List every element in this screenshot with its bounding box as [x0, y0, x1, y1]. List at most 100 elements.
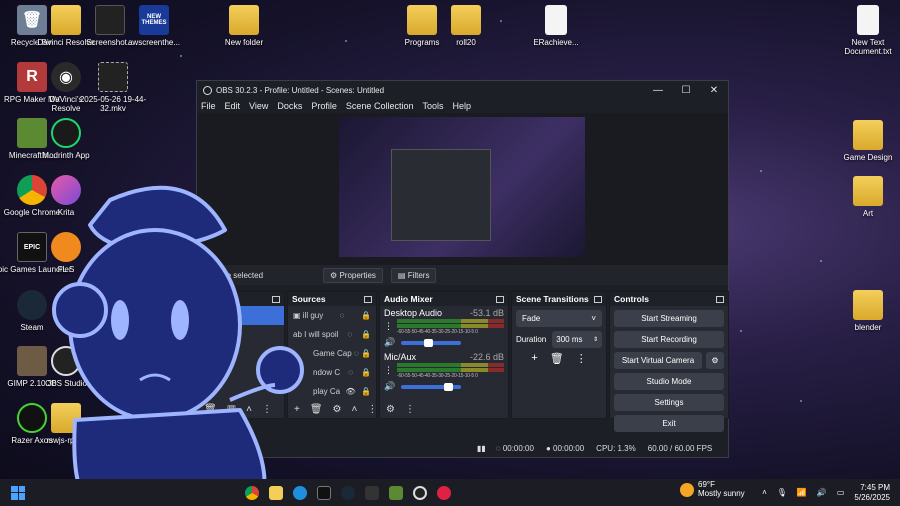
edge-icon[interactable] [293, 485, 307, 500]
steam-taskbar-icon[interactable] [341, 485, 355, 500]
lock-icon[interactable]: 🔒 [361, 311, 371, 320]
cpu-usage: CPU: 1.3% [596, 443, 636, 453]
menu-view[interactable]: View [249, 101, 268, 111]
start-recording-button[interactable]: Start Recording [614, 331, 724, 348]
studio-mode-button[interactable]: Studio Mode [614, 373, 724, 390]
document-icon [545, 5, 567, 35]
desktop-icon-blender[interactable]: blender [836, 290, 900, 332]
epic-games-taskbar-icon[interactable] [317, 485, 331, 500]
microphone-icon[interactable]: 🎙 [777, 488, 787, 497]
weather-widget[interactable]: 69°F Mostly sunny [680, 480, 745, 499]
speaker-icon[interactable]: 🔊 [384, 381, 395, 392]
properties-button[interactable]: ⚙ Properties [323, 267, 383, 283]
scene-transitions-title: Scene Transitions [516, 294, 589, 304]
menu-file[interactable]: File [201, 101, 216, 111]
controls-title: Controls [614, 294, 649, 304]
clock[interactable]: 7:45 PM 5/26/2025 [854, 483, 890, 502]
app-taskbar-icon[interactable] [437, 485, 451, 500]
channel-menu-icon[interactable]: ⋮ [384, 365, 393, 376]
visibility-icon[interactable]: 👁 [346, 387, 356, 396]
desktop-icon-mkv-file[interactable]: 2025-05-26 19-44-32.mkv [78, 62, 148, 113]
volume-slider[interactable] [401, 338, 462, 347]
more-icon[interactable]: ⋮ [367, 404, 377, 415]
undock-icon[interactable] [496, 295, 504, 303]
virtual-camera-settings-icon[interactable]: ⚙ [706, 352, 724, 369]
menu-profile[interactable]: Profile [311, 101, 337, 111]
stream-status-icon: ◌ [495, 443, 501, 453]
menu-scene-collection[interactable]: Scene Collection [346, 101, 414, 111]
desktop-icon-art[interactable]: Art [836, 176, 900, 218]
folder-icon [853, 120, 883, 150]
volume-icon[interactable]: 🔊 [817, 488, 827, 497]
record-time: 00:00:00 [553, 443, 585, 453]
channel-level: -53.1 dB [469, 308, 504, 318]
system-tray: ˄ 🎙 📶 🔊 ▭ 7:45 PM 5/26/2025 [762, 483, 890, 502]
desktop-icon-roll20[interactable]: roll20 [434, 5, 498, 47]
visibility-hidden-icon[interactable]: ◌ [347, 330, 352, 339]
lock-icon[interactable]: 🔒 [361, 330, 371, 339]
minecraft-taskbar-icon[interactable] [389, 485, 403, 500]
volume-slider-handle[interactable] [424, 338, 434, 347]
undock-icon[interactable] [364, 295, 372, 303]
app-taskbar-icon[interactable] [365, 485, 379, 500]
sun-icon [680, 482, 694, 497]
maximize-button[interactable]: ☐ [672, 85, 700, 96]
start-button-windows-icon[interactable] [11, 485, 25, 500]
preview-nested-obs [391, 149, 491, 241]
menu-help[interactable]: Help [452, 101, 471, 111]
speaker-icon[interactable]: 🔊 [384, 337, 395, 348]
move-up-icon[interactable]: ˄ [352, 404, 358, 415]
minimize-button[interactable]: — [644, 85, 672, 96]
menu-edit[interactable]: Edit [225, 101, 241, 111]
visibility-hidden-icon[interactable]: ◌ [340, 311, 345, 320]
obs-menubar: File Edit View Docks Profile Scene Colle… [197, 99, 728, 113]
battery-icon[interactable]: ▭ [837, 488, 845, 497]
visibility-hidden-icon[interactable]: ◌ [348, 368, 353, 377]
filters-button[interactable]: ▤ Filters [390, 267, 437, 283]
chevron-up-icon[interactable]: ˄ [762, 488, 767, 497]
start-virtual-camera-button[interactable]: Start Virtual Camera [614, 352, 702, 369]
source-properties-icon[interactable]: ⚙ [333, 404, 342, 415]
taskbar: ˄ 🎙 📶 🔊 ▭ 7:45 PM 5/26/2025 [0, 479, 900, 506]
undock-icon[interactable] [594, 295, 602, 303]
lock-icon[interactable]: 🔒 [361, 349, 371, 358]
volume-slider[interactable] [401, 382, 462, 391]
desktop-icon-game-design[interactable]: Game Design [836, 120, 900, 162]
desktop-icon-awscreenthe[interactable]: NEW THEMES awscreenthe... [122, 5, 186, 47]
file-explorer-icon[interactable] [269, 485, 283, 500]
volume-meter [397, 319, 504, 323]
chevron-down-icon: ˅ [591, 314, 596, 323]
add-transition-icon[interactable]: + [531, 352, 537, 365]
channel-level: -22.6 dB [469, 352, 504, 362]
desktop-icon-modrinth[interactable]: Modrinth App [34, 118, 98, 160]
remove-transition-icon[interactable]: 🗑 [550, 352, 564, 365]
obs-window-title: OBS 30.2.3 - Profile: Untitled - Scenes:… [216, 85, 385, 95]
lock-icon[interactable]: 🔒 [361, 387, 371, 396]
volume-slider-handle[interactable] [444, 382, 454, 391]
more-icon[interactable]: ⋮ [405, 404, 415, 415]
settings-button[interactable]: Settings [614, 394, 724, 411]
close-button[interactable]: ✕ [700, 85, 728, 96]
exit-button[interactable]: Exit [614, 415, 724, 432]
channel-menu-icon[interactable]: ⋮ [384, 321, 393, 332]
undock-icon[interactable] [716, 295, 724, 303]
audio-settings-icon[interactable]: ⚙ [386, 404, 395, 415]
visibility-hidden-icon[interactable]: ◌ [354, 349, 359, 358]
transition-select[interactable]: Fade ˅ [516, 310, 602, 327]
clock-time: 7:45 PM [860, 482, 890, 492]
desktop-icon-new-folder[interactable]: New folder [212, 5, 276, 47]
lock-icon[interactable]: 🔒 [361, 368, 371, 377]
menu-docks[interactable]: Docks [277, 101, 302, 111]
wifi-icon[interactable]: 📶 [797, 488, 807, 497]
spin-arrows-icon[interactable]: ⇕ [593, 336, 598, 343]
desktop-icon-new-text-document[interactable]: New Text Document.txt [836, 5, 900, 56]
more-icon[interactable]: ⋮ [576, 352, 587, 365]
start-streaming-button[interactable]: Start Streaming [614, 310, 724, 327]
desktop-icon-erachieve[interactable]: ERachieve... [524, 5, 588, 47]
duration-value: 300 ms [556, 335, 583, 344]
obs-taskbar-icon[interactable] [413, 485, 427, 500]
chrome-taskbar-icon[interactable] [245, 485, 259, 500]
menu-tools[interactable]: Tools [422, 101, 443, 111]
obs-titlebar[interactable]: OBS 30.2.3 - Profile: Untitled - Scenes:… [197, 81, 728, 99]
duration-spinbox[interactable]: 300 ms ⇕ [552, 331, 602, 348]
